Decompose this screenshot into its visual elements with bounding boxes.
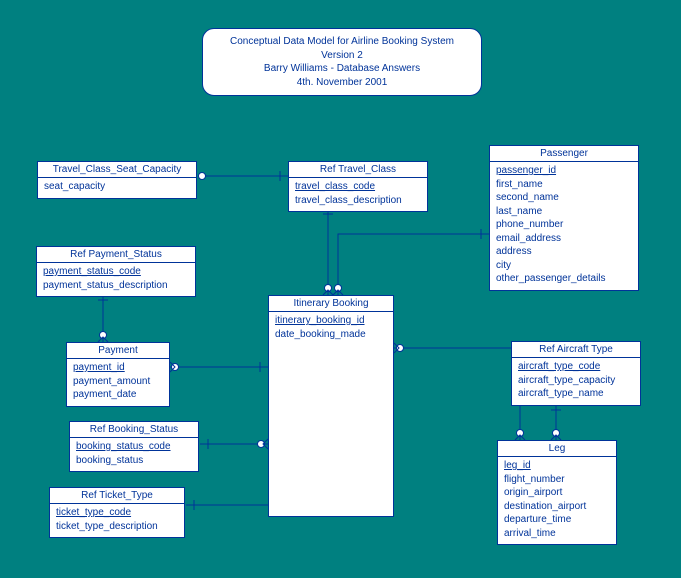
diagram-title-box: Conceptual Data Model for Airline Bookin… [202, 28, 482, 96]
entity-header: Leg [498, 441, 616, 457]
entity-attr: origin_airport [504, 486, 610, 500]
entity-attr: first_name [496, 178, 632, 192]
entity-attr: phone_number [496, 218, 632, 232]
entity-attr: travel_class_description [295, 194, 421, 208]
entity-attr: arrival_time [504, 527, 610, 541]
entity-attr: second_name [496, 191, 632, 205]
entity-attr: email_address [496, 232, 632, 246]
entity-attr: passenger_id [496, 164, 632, 178]
entity-header: Ref Payment_Status [37, 247, 195, 263]
entity-attr: booking_status [76, 454, 192, 468]
entity-attr: address [496, 245, 632, 259]
entity-attr: travel_class_code [295, 180, 421, 194]
entity-attr: ticket_type_code [56, 506, 178, 520]
entity-attr: destination_airport [504, 500, 610, 514]
entity-attr: payment_status_code [43, 265, 189, 279]
entity-attr: booking_status_code [76, 440, 192, 454]
entity-attr: payment_date [73, 388, 163, 402]
entity-attr: flight_number [504, 473, 610, 487]
title-line4: 4th. November 2001 [223, 76, 461, 90]
entity-attr: city [496, 259, 632, 273]
entity-attr: leg_id [504, 459, 610, 473]
entity-attr: date_booking_made [275, 328, 387, 342]
entity-attr: departure_time [504, 513, 610, 527]
entity-leg: Leg leg_id flight_number origin_airport … [497, 440, 617, 545]
entity-header: Ref Aircraft Type [512, 342, 640, 358]
entity-attr: ticket_type_description [56, 520, 178, 534]
title-line2: Version 2 [223, 49, 461, 63]
entity-attr: aircraft_type_code [518, 360, 634, 374]
entity-attr: itinerary_booking_id [275, 314, 387, 328]
entity-header: Itinerary Booking [269, 296, 393, 312]
entity-ref-booking-status: Ref Booking_Status booking_status_code b… [69, 421, 199, 472]
entity-header: Ref Travel_Class [289, 162, 427, 178]
entity-attr: seat_capacity [44, 180, 190, 194]
entity-ref-travel-class: Ref Travel_Class travel_class_code trave… [288, 161, 428, 212]
entity-payment: Payment payment_id payment_amount paymen… [66, 342, 170, 407]
entity-passenger: Passenger passenger_id first_name second… [489, 145, 639, 291]
entity-ref-aircraft-type: Ref Aircraft Type aircraft_type_code air… [511, 341, 641, 406]
entity-travel-class-seat-capacity: Travel_Class_Seat_Capacity seat_capacity [37, 161, 197, 199]
entity-header: Ref Booking_Status [70, 422, 198, 438]
entity-attr: payment_id [73, 361, 163, 375]
entity-attr: aircraft_type_capacity [518, 374, 634, 388]
title-line1: Conceptual Data Model for Airline Bookin… [223, 35, 461, 49]
entity-header: Passenger [490, 146, 638, 162]
title-line3: Barry Williams - Database Answers [223, 62, 461, 76]
entity-header: Payment [67, 343, 169, 359]
entity-attr: aircraft_type_name [518, 387, 634, 401]
entity-header: Travel_Class_Seat_Capacity [38, 162, 196, 178]
entity-ref-ticket-type: Ref Ticket_Type ticket_type_code ticket_… [49, 487, 185, 538]
entity-itinerary-booking: Itinerary Booking itinerary_booking_id d… [268, 295, 394, 517]
entity-attr: payment_status_description [43, 279, 189, 293]
entity-attr: payment_amount [73, 375, 163, 389]
entity-ref-payment-status: Ref Payment_Status payment_status_code p… [36, 246, 196, 297]
entity-header: Ref Ticket_Type [50, 488, 184, 504]
entity-attr: last_name [496, 205, 632, 219]
entity-attr: other_passenger_details [496, 272, 632, 286]
